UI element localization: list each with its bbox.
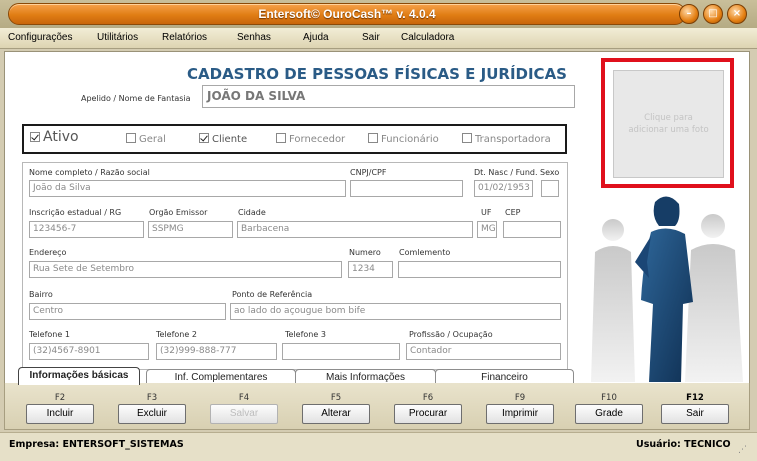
menu-utilitarios[interactable]: Utilitários: [97, 32, 138, 43]
checkbox-transportadora-label: Transportadora: [475, 134, 551, 145]
imprimir-button[interactable]: Imprimir: [486, 404, 554, 424]
main-panel: CADASTRO DE PESSOAS FÍSICAS E JURÍDICAS …: [4, 51, 750, 385]
referencia-input[interactable]: ao lado do açougue bom bife: [230, 303, 561, 320]
tel1-input[interactable]: (32)4567-8901: [29, 343, 149, 360]
uf-label: UF: [481, 208, 492, 217]
fkey-f10: F10: [601, 393, 617, 403]
checkbox-transportadora[interactable]: Transportadora: [462, 133, 551, 145]
fkey-f9: F9: [514, 393, 526, 403]
numero-label: Numero: [349, 248, 381, 257]
menu-bar: Configurações Utilitários Relatórios Sen…: [0, 28, 757, 49]
fkey-f4: F4: [238, 393, 250, 403]
menu-calculadora[interactable]: Calculadora: [401, 32, 454, 43]
checkbox-fornecedor[interactable]: Fornecedor: [276, 133, 345, 145]
fkey-f3: F3: [146, 393, 158, 403]
status-flags-box: Ativo Geral Cliente Fornecedor Funcionár…: [22, 124, 567, 154]
apelido-input[interactable]: JOÃO DA SILVA: [202, 85, 575, 108]
excluir-button[interactable]: Excluir: [118, 404, 186, 424]
menu-senhas[interactable]: Senhas: [237, 32, 271, 43]
tab-informacoes-basicas[interactable]: Informações básicas: [18, 367, 140, 385]
title-pill: Entersoft© OuroCash™ v. 4.0.4: [8, 3, 686, 25]
minimize-icon[interactable]: –: [679, 4, 699, 24]
alterar-button[interactable]: Alterar: [302, 404, 370, 424]
tel2-input[interactable]: (32)999-888-777: [156, 343, 277, 360]
fkey-f12: F12: [686, 393, 704, 403]
photo-frame[interactable]: Clique para adicionar uma foto: [601, 58, 734, 188]
resize-grip-icon[interactable]: ⋰: [738, 445, 747, 455]
numero-input[interactable]: 1234: [348, 261, 393, 278]
checkbox-geral[interactable]: Geral: [126, 133, 166, 145]
fkey-f5: F5: [330, 393, 342, 403]
ie-label: Inscrição estadual / RG: [29, 208, 122, 217]
ie-input[interactable]: 123456-7: [29, 221, 144, 238]
people-silhouette-icon: [591, 196, 743, 382]
checkbox-funcionario-label: Funcionário: [381, 134, 439, 145]
checkbox-geral-label: Geral: [139, 134, 166, 145]
sair-button[interactable]: Sair: [661, 404, 729, 424]
cnpj-input[interactable]: [350, 180, 463, 197]
sexo-input[interactable]: [541, 180, 559, 197]
close-icon[interactable]: ×: [727, 4, 747, 24]
fkey-f2: F2: [54, 393, 66, 403]
window-title: Entersoft© OuroCash™ v. 4.0.4: [258, 7, 436, 21]
checkbox-fornecedor-label: Fornecedor: [289, 134, 346, 145]
tel2-label: Telefone 2: [156, 330, 197, 339]
cidade-label: Cidade: [238, 208, 266, 217]
checkbox-cliente-label: Cliente: [212, 134, 248, 145]
maximize-icon[interactable]: □: [703, 4, 723, 24]
orgao-input[interactable]: SSPMG: [148, 221, 233, 238]
nasc-label: Dt. Nasc / Fund.: [474, 168, 538, 177]
uf-input[interactable]: MG: [477, 221, 497, 238]
tel3-input[interactable]: [282, 343, 400, 360]
photo-hint: Clique para adicionar uma foto: [628, 113, 709, 135]
title-bar: Entersoft© OuroCash™ v. 4.0.4 – □ ×: [0, 0, 757, 28]
cep-label: CEP: [505, 208, 521, 217]
profissao-label: Profissão / Ocupação: [409, 330, 493, 339]
bairro-input[interactable]: Centro: [29, 303, 226, 320]
checkbox-ativo-label: Ativo: [43, 129, 79, 145]
checkbox-funcionario[interactable]: Funcionário: [368, 133, 439, 145]
details-panel: Nome completo / Razão social João da Sil…: [22, 162, 568, 370]
complemento-input[interactable]: [398, 261, 561, 278]
tel3-label: Telefone 3: [285, 330, 326, 339]
profissao-input[interactable]: Contador: [406, 343, 561, 360]
endereco-input[interactable]: Rua Sete de Setembro: [29, 261, 342, 278]
checkbox-ativo[interactable]: Ativo: [30, 129, 79, 145]
incluir-button[interactable]: Incluir: [26, 404, 94, 424]
bairro-label: Bairro: [29, 290, 53, 299]
form-title: CADASTRO DE PESSOAS FÍSICAS E JURÍDICAS: [187, 65, 567, 83]
menu-sair[interactable]: Sair: [362, 32, 380, 43]
sexo-label: Sexo: [540, 168, 560, 177]
nasc-input[interactable]: 01/02/1953: [474, 180, 533, 197]
endereco-label: Endereço: [29, 248, 67, 257]
cep-input[interactable]: [503, 221, 561, 238]
nome-input[interactable]: João da Silva: [29, 180, 346, 197]
status-bar: Empresa: ENTERSOFT_SISTEMAS Usuário: TEC…: [0, 432, 757, 461]
menu-configuracoes[interactable]: Configurações: [8, 32, 72, 43]
empresa-status: Empresa: ENTERSOFT_SISTEMAS: [9, 439, 184, 450]
referencia-label: Ponto de Referência: [232, 290, 313, 299]
menu-ajuda[interactable]: Ajuda: [303, 32, 329, 43]
orgao-label: Orgão Emissor: [149, 208, 208, 217]
grade-button[interactable]: Grade: [575, 404, 643, 424]
salvar-button[interactable]: Salvar: [210, 404, 278, 424]
fkey-f6: F6: [422, 393, 434, 403]
usuario-status: Usuário: TECNICO: [636, 439, 731, 450]
menu-relatorios[interactable]: Relatórios: [162, 32, 207, 43]
apelido-label: Apelido / Nome de Fantasia: [81, 94, 191, 103]
complemento-label: Comlemento: [399, 248, 451, 257]
cnpj-label: CNPJ/CPF: [350, 168, 387, 177]
checkbox-cliente[interactable]: Cliente: [199, 133, 247, 145]
photo-placeholder[interactable]: Clique para adicionar uma foto: [613, 70, 724, 178]
nome-label: Nome completo / Razão social: [29, 168, 150, 177]
procurar-button[interactable]: Procurar: [394, 404, 462, 424]
tel1-label: Telefone 1: [29, 330, 70, 339]
function-keys-bar: F2 Incluir F3 Excluir F4 Salvar F5 Alter…: [4, 383, 750, 430]
cidade-input[interactable]: Barbacena: [237, 221, 473, 238]
